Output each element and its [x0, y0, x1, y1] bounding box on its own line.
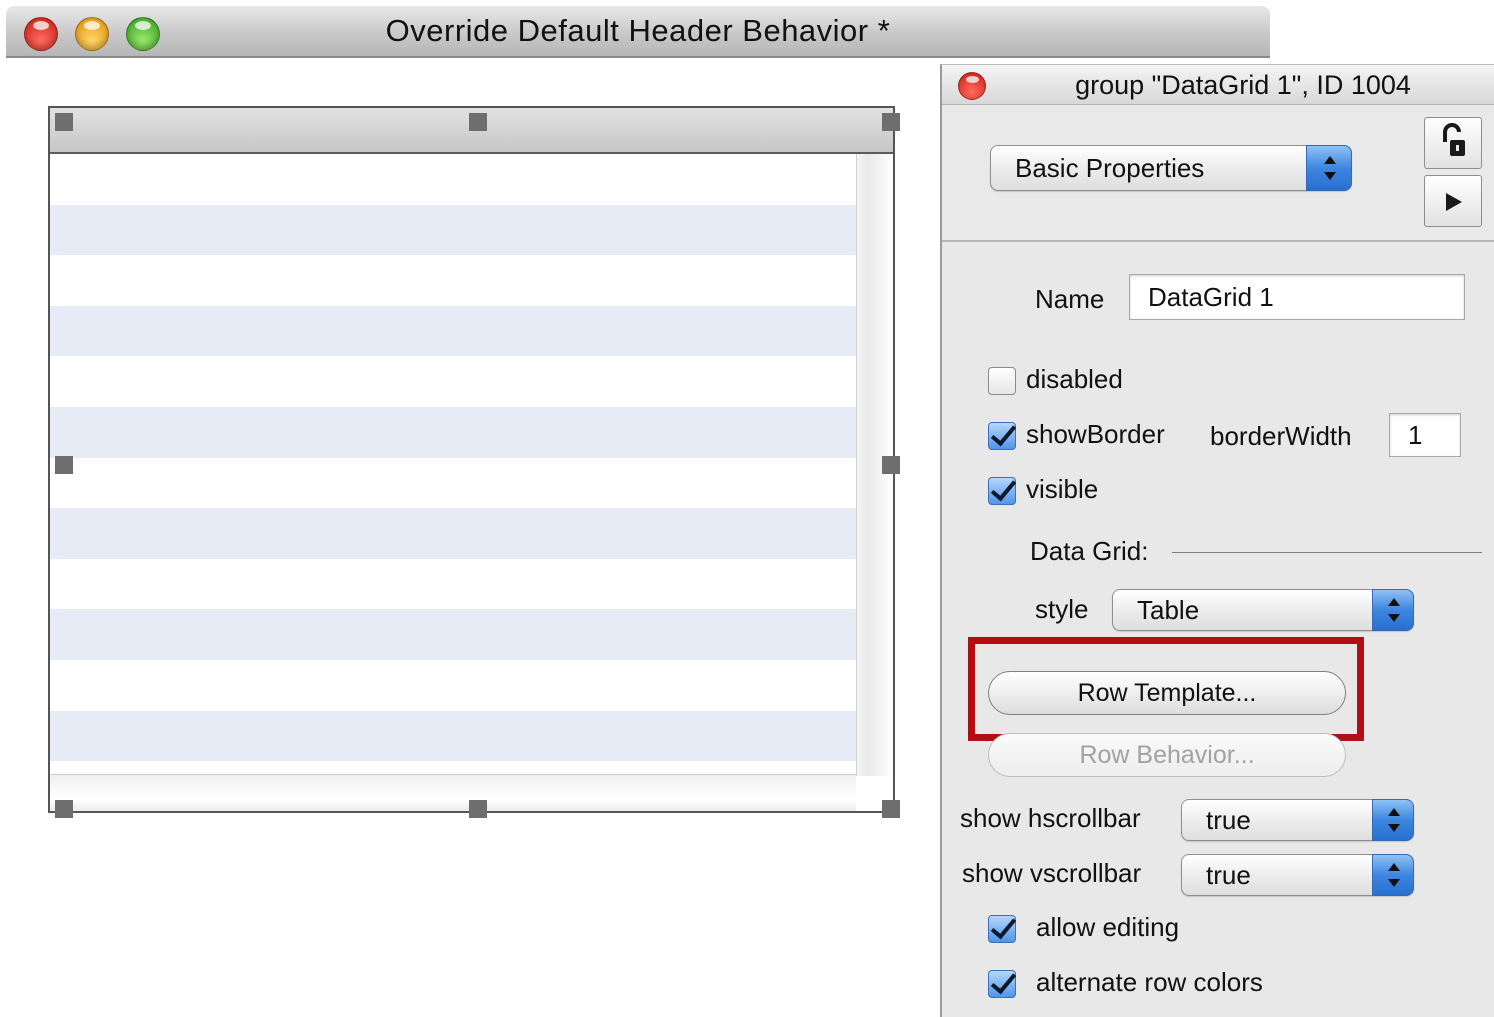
style-value: Table — [1137, 595, 1200, 625]
resize-handle-bottom-left[interactable] — [55, 800, 73, 818]
visible-checkbox[interactable] — [988, 477, 1016, 505]
inspector-title: group "DataGrid 1", ID 1004 — [1075, 70, 1411, 100]
inspector-titlebar[interactable]: group "DataGrid 1", ID 1004 — [942, 65, 1494, 105]
row-behavior-button[interactable]: Row Behavior... — [988, 733, 1346, 777]
table-row[interactable] — [50, 204, 856, 256]
resize-handle-top-left[interactable] — [55, 113, 73, 131]
unlock-icon — [1443, 123, 1465, 156]
visible-label: visible — [1026, 474, 1099, 504]
show-vscrollbar-label: show vscrollbar — [962, 858, 1142, 888]
name-field[interactable] — [1129, 274, 1465, 320]
table-row[interactable] — [50, 660, 856, 711]
borderwidth-field[interactable] — [1389, 413, 1461, 457]
alternate-row-colors-label: alternate row colors — [1036, 967, 1263, 997]
updown-arrows-icon — [1306, 145, 1352, 191]
alternate-row-colors-checkbox[interactable] — [988, 970, 1016, 998]
table-row[interactable] — [50, 154, 856, 205]
table-row[interactable] — [50, 305, 856, 357]
datagrid-section-label: Data Grid: — [1030, 536, 1149, 566]
show-hscrollbar-popup[interactable]: true — [1181, 799, 1414, 841]
play-icon — [1446, 193, 1462, 211]
style-label: style — [1035, 594, 1089, 624]
datagrid-rows[interactable] — [50, 154, 856, 776]
table-row[interactable] — [50, 356, 856, 407]
disabled-label: disabled — [1026, 364, 1123, 394]
inspector-close-button[interactable] — [958, 72, 986, 100]
window-title: Override Default Header Behavior * — [385, 13, 891, 48]
alternate-row-colors-checkbox-row[interactable]: alternate row colors — [988, 967, 1328, 1004]
datagrid-horizontal-scrollbar[interactable] — [50, 774, 856, 811]
lock-button[interactable] — [1424, 117, 1482, 169]
run-button[interactable] — [1424, 175, 1482, 227]
resize-handle-bottom-right[interactable] — [882, 800, 900, 818]
resize-handle-right[interactable] — [882, 456, 900, 474]
inspector-toolbar: Basic Properties — [942, 105, 1494, 242]
style-popup[interactable]: Table — [1112, 589, 1414, 631]
name-label: Name — [1035, 284, 1105, 314]
table-row[interactable] — [50, 609, 856, 660]
show-hscrollbar-label: show hscrollbar — [960, 803, 1141, 833]
allow-editing-label: allow editing — [1036, 912, 1180, 942]
panel-selector-popup[interactable]: Basic Properties — [990, 145, 1352, 191]
disabled-checkbox-row[interactable]: disabled — [988, 364, 1188, 401]
window-titlebar[interactable]: Override Default Header Behavior * — [6, 6, 1270, 58]
table-row[interactable] — [50, 559, 856, 610]
table-row[interactable] — [50, 458, 856, 509]
resize-handle-top[interactable] — [469, 113, 487, 131]
borderwidth-label: borderWidth — [1210, 421, 1352, 451]
disabled-checkbox[interactable] — [988, 367, 1016, 395]
row-template-button[interactable]: Row Template... — [988, 671, 1346, 715]
table-row[interactable] — [50, 710, 856, 762]
table-row[interactable] — [50, 508, 856, 559]
visible-checkbox-row[interactable]: visible — [988, 474, 1188, 511]
show-hscrollbar-value: true — [1206, 805, 1251, 835]
panel-selector-value: Basic Properties — [1015, 153, 1205, 183]
table-row[interactable] — [50, 406, 856, 458]
updown-arrows-icon — [1372, 799, 1414, 841]
table-row[interactable] — [50, 255, 856, 306]
showborder-checkbox[interactable] — [988, 422, 1016, 450]
section-divider — [1172, 552, 1482, 553]
showborder-label: showBorder — [1026, 419, 1165, 449]
resize-handle-bottom[interactable] — [469, 800, 487, 818]
show-vscrollbar-value: true — [1206, 860, 1251, 890]
allow-editing-checkbox-row[interactable]: allow editing — [988, 912, 1248, 949]
resize-handle-left[interactable] — [55, 456, 73, 474]
datagrid-object[interactable] — [48, 106, 895, 813]
updown-arrows-icon — [1372, 589, 1414, 631]
show-vscrollbar-popup[interactable]: true — [1181, 854, 1414, 896]
showborder-checkbox-row[interactable]: showBorder — [988, 419, 1208, 456]
property-inspector: group "DataGrid 1", ID 1004 Basic Proper… — [940, 64, 1494, 1017]
allow-editing-checkbox[interactable] — [988, 915, 1016, 943]
resize-handle-top-right[interactable] — [882, 113, 900, 131]
updown-arrows-icon — [1372, 854, 1414, 896]
